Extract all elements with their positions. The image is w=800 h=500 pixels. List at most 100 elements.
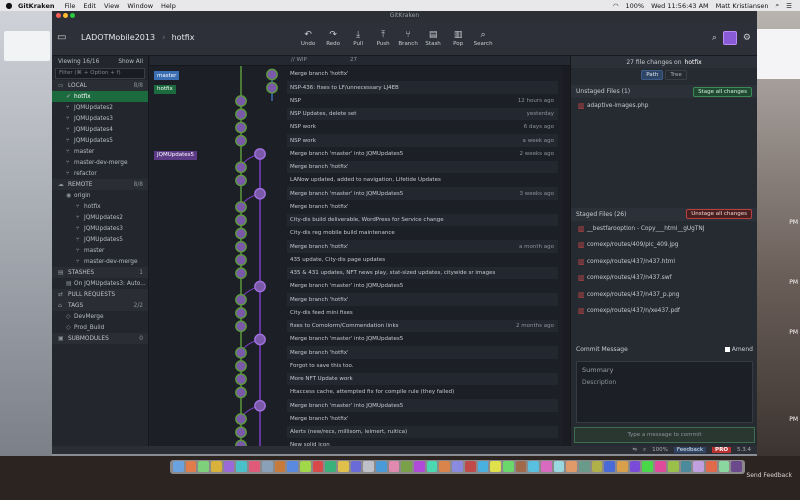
branch-button[interactable]: ⑂ Branch bbox=[396, 29, 420, 47]
commit-row[interactable]: Merge branch 'hotfix' bbox=[287, 201, 558, 214]
dock-app-icon[interactable] bbox=[261, 461, 273, 472]
dock-app-icon[interactable] bbox=[705, 461, 717, 472]
dock-app-icon[interactable] bbox=[249, 461, 260, 472]
remote-branch[interactable]: ⑂ JQMUpdates2 bbox=[52, 212, 148, 223]
dock-app-icon[interactable] bbox=[452, 461, 463, 472]
stash-item[interactable]: ▤ On JQMUpdates3: Auto... bbox=[52, 278, 148, 289]
feedback-button[interactable]: Feedback bbox=[673, 447, 707, 453]
staged-file[interactable]: ▥ comexp/routes/409/plc_409.jpg bbox=[571, 237, 757, 254]
commit-row[interactable]: Forgot to save this too. bbox=[287, 360, 558, 373]
commit-row[interactable]: Merge branch 'master' into JQMUpdates5 bbox=[287, 333, 558, 346]
clock[interactable]: Wed 11:56:43 AM bbox=[651, 2, 709, 10]
menu-help[interactable]: Help bbox=[161, 2, 184, 10]
dock-app-icon[interactable] bbox=[211, 461, 222, 472]
menu-view[interactable]: View bbox=[104, 2, 127, 10]
dock-app-icon[interactable] bbox=[528, 461, 539, 472]
dock-app-icon[interactable] bbox=[376, 461, 387, 472]
dock-app-icon[interactable] bbox=[312, 461, 324, 472]
dock-app-icon[interactable] bbox=[502, 461, 514, 472]
spotlight-icon[interactable]: ⌕ bbox=[776, 1, 780, 10]
global-search-icon[interactable]: ⌕ bbox=[712, 33, 717, 43]
commit-row[interactable]: NSP work a week ago bbox=[287, 134, 558, 147]
tags-section[interactable]: ⌂ TAGS 2/2 bbox=[52, 300, 148, 311]
commit-row[interactable]: Merge branch 'hotfix' bbox=[287, 413, 558, 426]
dock-app-icon[interactable] bbox=[325, 461, 336, 472]
commit-row[interactable]: Merge branch 'master' into JQMUpdates5 2 … bbox=[287, 148, 558, 161]
dock-app-icon[interactable] bbox=[236, 461, 248, 472]
dock-app-icon[interactable] bbox=[426, 461, 438, 472]
folder-icon[interactable]: ▭ bbox=[57, 32, 73, 43]
commit-row[interactable]: Htaccess cache, attempted fix for compil… bbox=[287, 386, 558, 399]
commit-row[interactable]: Merge branch 'hotfix' bbox=[287, 160, 558, 174]
dock-app-icon[interactable] bbox=[693, 461, 704, 472]
close-window-button[interactable] bbox=[56, 13, 61, 18]
summary-input[interactable]: Summary bbox=[577, 362, 752, 378]
settings-gear-icon[interactable]: ⚙ bbox=[743, 33, 751, 43]
local-branch[interactable]: ⑂ refactor bbox=[52, 168, 148, 179]
submodules-section[interactable]: ▣ SUBMODULES 0 bbox=[52, 333, 148, 344]
local-branch[interactable]: ⑂ master bbox=[52, 146, 148, 157]
dock-app-icon[interactable] bbox=[591, 461, 603, 472]
staged-file[interactable]: ▥ comexp/routes/437/n/xe437.pdf bbox=[571, 303, 757, 320]
wifi-icon[interactable]: ◠ bbox=[613, 2, 619, 10]
commit-row[interactable]: NSP 12 hours ago bbox=[287, 95, 558, 108]
menu-window[interactable]: Window bbox=[127, 2, 161, 10]
dock-app-icon[interactable] bbox=[185, 461, 197, 472]
remote-section[interactable]: ☁ REMOTE 8/8 bbox=[52, 179, 148, 190]
dock-app-icon[interactable] bbox=[566, 461, 577, 472]
dock-app-icon[interactable] bbox=[490, 461, 501, 472]
branch-label[interactable]: JQMUpdates5 bbox=[154, 150, 197, 160]
pull-button[interactable]: ⤓ Pull bbox=[346, 29, 370, 47]
unstage-all-button[interactable]: Unstage all changes bbox=[686, 209, 752, 219]
dock-app-icon[interactable] bbox=[540, 461, 552, 472]
minimize-window-button[interactable] bbox=[63, 13, 68, 18]
user-name[interactable]: Matt Kristiansen bbox=[716, 2, 769, 10]
battery-level[interactable]: 100% bbox=[626, 2, 645, 10]
zoom-level[interactable]: 100% bbox=[652, 447, 668, 453]
commit-row[interactable]: City-dis feed mini fixes bbox=[287, 307, 558, 320]
amend-checkbox[interactable]: Amend bbox=[724, 346, 753, 353]
remote-branch[interactable]: ⑂ master bbox=[52, 245, 148, 256]
dock-app-icon[interactable] bbox=[680, 461, 692, 472]
commit-row[interactable]: City-dis build deliverable, WordPress fo… bbox=[287, 213, 558, 227]
branch-label[interactable]: master bbox=[154, 71, 180, 81]
commit-row[interactable]: 435 & 431 updates, NFT news play, stat-s… bbox=[287, 266, 558, 280]
staged-file[interactable]: ▥ __bestfarooption - Copy___html__gUgTNJ bbox=[571, 221, 757, 238]
commit-row[interactable]: 435 update, City-dis page updates bbox=[287, 254, 558, 267]
commit-button[interactable]: Type a message to commit bbox=[574, 427, 755, 443]
staged-file[interactable]: ▥ comexp/routes/437/n437.swf bbox=[571, 270, 757, 287]
send-feedback-link[interactable]: Send Feedback bbox=[746, 472, 792, 479]
dock-app-icon[interactable] bbox=[515, 461, 527, 472]
dock-app-icon[interactable] bbox=[439, 461, 451, 472]
local-branch[interactable]: ⑂ master-dev-merge bbox=[52, 157, 148, 168]
dock-app-icon[interactable] bbox=[401, 461, 413, 472]
remote-origin[interactable]: ◉ origin bbox=[52, 190, 148, 201]
commit-row[interactable]: Merge branch 'master' into JQMUpdates5 bbox=[287, 280, 558, 293]
dock-app-icon[interactable] bbox=[337, 461, 349, 472]
push-button[interactable]: ⤒ Push bbox=[371, 29, 395, 47]
dock-app-icon[interactable] bbox=[464, 461, 476, 472]
tag-item[interactable]: ◇ Prod_Build bbox=[52, 322, 148, 333]
dock-app-icon[interactable] bbox=[604, 461, 616, 472]
local-branch-hotfix[interactable]: ✔ hotfix bbox=[52, 91, 148, 102]
current-branch[interactable]: hotfix bbox=[172, 33, 232, 42]
dock-app-icon[interactable] bbox=[350, 461, 362, 472]
commit-row[interactable]: Merge branch 'hotfix' bbox=[287, 293, 558, 306]
stash-button[interactable]: ▤ Stash bbox=[421, 29, 445, 47]
remote-branch[interactable]: ⑂ JQMUpdates3 bbox=[52, 223, 148, 234]
staged-label[interactable]: Staged Files (26) bbox=[576, 211, 626, 218]
pull-requests-section[interactable]: ⇄ PULL REQUESTS bbox=[52, 289, 148, 300]
commit-row[interactable]: fixes to Comolorm/Commendation links 2 mo… bbox=[287, 319, 558, 333]
search-button[interactable]: ⌕ Search bbox=[471, 29, 495, 47]
dock-app-icon[interactable] bbox=[299, 461, 311, 472]
dock-app-icon[interactable] bbox=[579, 461, 590, 472]
dock-app-icon[interactable] bbox=[718, 461, 730, 472]
dock-app-icon[interactable] bbox=[731, 461, 742, 472]
dock-app-icon[interactable] bbox=[617, 461, 628, 472]
commit-row[interactable]: Merge branch 'hotfix' bbox=[287, 346, 558, 359]
dock-app-icon[interactable] bbox=[173, 461, 184, 472]
apple-menu-icon[interactable]: ● bbox=[0, 1, 18, 10]
commit-row[interactable]: NSP-436: fixes to LF/unnecessary LJ4EB bbox=[287, 81, 558, 94]
notification-icon[interactable]: ☰ bbox=[786, 2, 792, 10]
commit-row[interactable]: More NFT Update work bbox=[287, 372, 558, 386]
